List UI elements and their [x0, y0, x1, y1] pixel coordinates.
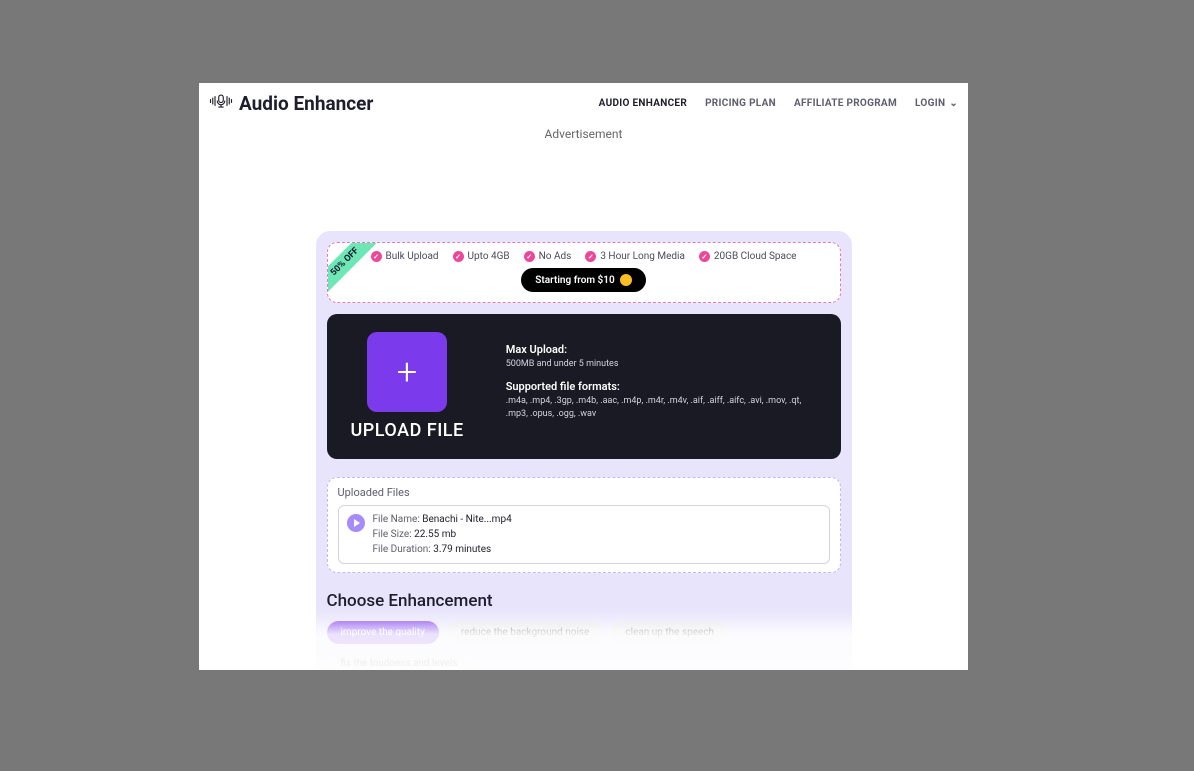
chip-fix-loudness[interactable]: fix the loudness and levels [327, 652, 472, 670]
feature-label: Upto 4GB [468, 251, 510, 262]
check-icon: ✓ [585, 251, 596, 262]
upload-label: UPLOAD FILE [351, 420, 464, 441]
app-window: Audio Enhancer AUDIO ENHANCER PRICING PL… [199, 83, 968, 670]
enhancement-options: improve the quality reduce the backgroun… [327, 621, 841, 670]
logo[interactable]: Audio Enhancer [209, 91, 373, 115]
feature-no-ads: ✓ No Ads [524, 251, 572, 262]
file-duration-value: 3.79 minutes [433, 544, 491, 555]
logo-text: Audio Enhancer [239, 92, 373, 115]
medal-icon [620, 274, 632, 286]
file-info: File Name: Benachi - Nite...mp4 File Siz… [373, 512, 512, 557]
chip-reduce-noise[interactable]: reduce the background noise [447, 621, 603, 644]
check-icon: ✓ [453, 251, 464, 262]
file-duration-label: File Duration: [373, 544, 431, 555]
uploaded-header: Uploaded Files [338, 486, 830, 499]
mic-wave-icon [209, 91, 233, 115]
file-name-value: Benachi - Nite...mp4 [422, 514, 511, 525]
formats-title: Supported file formats: [506, 380, 817, 393]
formats-detail: .m4a, .mp4, .3gp, .m4b, .aac, .m4p, .m4r… [506, 395, 817, 420]
chip-clean-speech[interactable]: clean up the speech [611, 621, 728, 644]
header: Audio Enhancer AUDIO ENHANCER PRICING PL… [199, 83, 968, 123]
promo-features: ✓ Bulk Upload ✓ Upto 4GB ✓ No Ads ✓ 3 Hour L… [336, 251, 832, 262]
upload-left: + UPLOAD FILE [351, 332, 464, 441]
nav-login-label: LOGIN [915, 98, 945, 109]
chip-improve-quality[interactable]: improve the quality [327, 621, 439, 644]
uploaded-files-section: Uploaded Files File Name: Benachi - Nite… [327, 477, 841, 573]
chevron-down-icon: ⌄ [949, 98, 958, 109]
promo-price-row: Starting from $10 [336, 268, 832, 292]
check-icon: ✓ [524, 251, 535, 262]
upload-box: + UPLOAD FILE Max Upload: 500MB and unde… [327, 314, 841, 459]
max-upload-detail: 500MB and under 5 minutes [506, 358, 817, 371]
nav-affiliate-program[interactable]: AFFILIATE PROGRAM [794, 98, 897, 109]
price-pill[interactable]: Starting from $10 [521, 268, 645, 292]
feature-bulk-upload: ✓ Bulk Upload [371, 251, 439, 262]
play-icon [354, 519, 360, 527]
main-panel: 50% OFF ✓Bulk Upload ✓Upto 4GB ✓No Ads ✓… [316, 231, 852, 670]
feature-label: Bulk Upload [386, 251, 439, 262]
promo-bar: 50% OFF ✓Bulk Upload ✓Upto 4GB ✓No Ads ✓… [327, 242, 841, 303]
nav-audio-enhancer[interactable]: AUDIO ENHANCER [599, 98, 687, 109]
nav: AUDIO ENHANCER PRICING PLAN AFFILIATE PR… [599, 98, 958, 109]
enhancement-title: Choose Enhancement [327, 591, 841, 611]
plus-icon: + [397, 351, 417, 393]
advertisement-label: Advertisement [199, 127, 968, 141]
file-name-label: File Name: [373, 514, 420, 525]
nav-pricing-plan[interactable]: PRICING PLAN [705, 98, 776, 109]
upload-button[interactable]: + [367, 332, 447, 412]
price-label: Starting from $10 [535, 275, 614, 286]
feature-upto-4gb: ✓ Upto 4GB [453, 251, 510, 262]
check-icon: ✓ [699, 251, 710, 262]
feature-label: 3 Hour Long Media [600, 251, 685, 262]
check-icon: ✓ [371, 251, 382, 262]
nav-login[interactable]: LOGIN ⌄ [915, 98, 958, 109]
feature-label: 20GB Cloud Space [714, 251, 797, 262]
play-button[interactable] [347, 514, 365, 532]
file-card: File Name: Benachi - Nite...mp4 File Siz… [338, 505, 830, 564]
feature-3-hour: ✓ 3 Hour Long Media [585, 251, 685, 262]
upload-info: Max Upload: 500MB and under 5 minutes Su… [506, 343, 817, 431]
max-upload-title: Max Upload: [506, 343, 817, 356]
file-size-label: File Size: [373, 529, 412, 540]
feature-cloud-space: ✓ 20GB Cloud Space [699, 251, 797, 262]
file-size-value: 22.55 mb [414, 529, 456, 540]
feature-label: No Ads [539, 251, 572, 262]
